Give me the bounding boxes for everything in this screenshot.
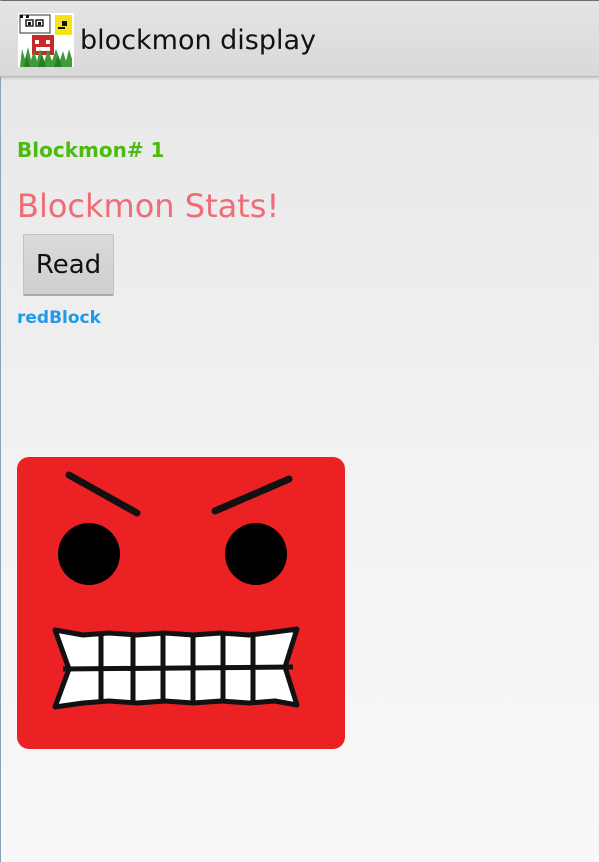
- read-button[interactable]: Read: [23, 234, 114, 296]
- stats-heading: Blockmon Stats!: [17, 187, 280, 225]
- blockmon-face-image: [17, 457, 345, 749]
- screen-left-edge: [0, 0, 1, 862]
- action-bar: blockmon display: [0, 1, 599, 77]
- block-name: redBlock: [17, 308, 101, 328]
- app-title: blockmon display: [80, 25, 317, 56]
- app-icon[interactable]: [18, 13, 74, 67]
- blockmon-number: Blockmon# 1: [17, 138, 165, 162]
